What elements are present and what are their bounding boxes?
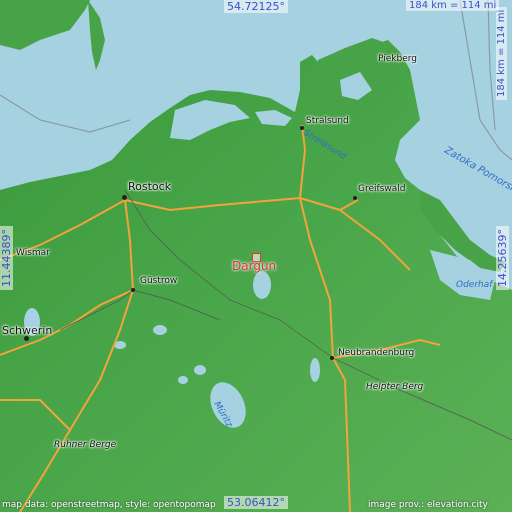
- peak-ruhner-berge[interactable]: Ruhner Berge: [54, 440, 116, 450]
- scale-horizontal: 184 km = 114 mi: [406, 0, 500, 11]
- map-view[interactable]: Dargun Rostock Stralsund Greifswald Piek…: [0, 0, 512, 512]
- lake-small-4: [178, 376, 188, 384]
- coord-east: 14.25639°: [496, 226, 509, 290]
- city-neubrandenburg[interactable]: Neubrandenburg: [338, 348, 414, 358]
- lake-kummerow: [253, 271, 271, 299]
- city-greifswald[interactable]: Greifswald: [358, 184, 405, 194]
- highlight-label[interactable]: Dargun: [232, 259, 276, 273]
- coord-south: 53.06412°: [224, 496, 288, 509]
- peak-helpter-berg[interactable]: Helpter Berg: [366, 382, 423, 392]
- lake-small-3: [194, 365, 206, 375]
- city-guestrow[interactable]: Güstrow: [140, 276, 177, 286]
- scale-vertical: 184 km = 114 mi: [496, 6, 507, 100]
- coord-north: 54.72125°: [224, 0, 288, 13]
- city-dot-greifswald: [353, 196, 357, 200]
- city-dot-neubrandenburg: [330, 356, 334, 360]
- coord-west: 11.44389°: [0, 226, 13, 290]
- city-piekberg[interactable]: Piekberg: [378, 54, 417, 64]
- lake-tollense: [310, 358, 320, 382]
- water-label-oderhaf: Oderhaf: [456, 280, 493, 290]
- lake-small-1: [153, 325, 167, 335]
- city-dot-stralsund: [300, 126, 304, 130]
- city-stralsund[interactable]: Stralsund: [306, 116, 349, 126]
- city-dot-schwerin: [24, 336, 29, 341]
- city-dot-guestrow: [131, 288, 135, 292]
- footer-map-data: map data: openstreetmap, style: opentopo…: [2, 500, 216, 510]
- footer-image-provider: image prov.: elevation.city: [368, 500, 488, 510]
- city-wismar[interactable]: Wismar: [16, 248, 50, 258]
- city-schwerin[interactable]: Schwerin: [2, 324, 52, 337]
- city-dot-rostock: [122, 195, 127, 200]
- city-rostock[interactable]: Rostock: [128, 180, 171, 193]
